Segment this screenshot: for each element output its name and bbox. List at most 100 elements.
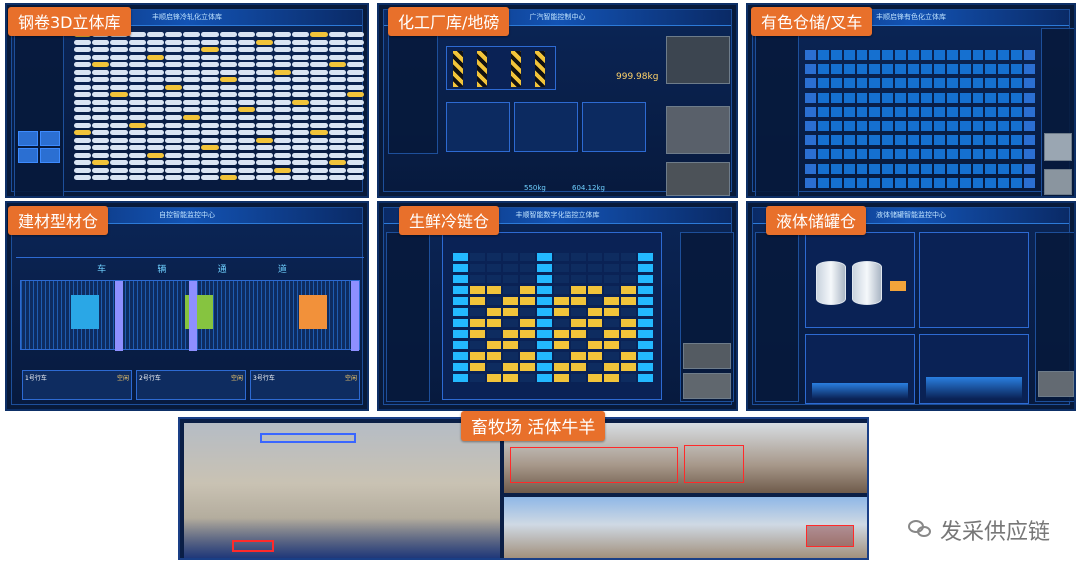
lane-labels: 车 辆 通 道 bbox=[97, 265, 287, 275]
coil-slot bbox=[310, 92, 328, 98]
panel-label: 建材型材仓 bbox=[8, 206, 109, 235]
coil-slot bbox=[201, 92, 219, 98]
rack-slot bbox=[933, 64, 945, 75]
coil-slot bbox=[255, 69, 274, 75]
coil-slot bbox=[201, 137, 219, 143]
coil-slot bbox=[292, 54, 310, 60]
coil-slot bbox=[274, 167, 292, 173]
coil-slot bbox=[255, 99, 274, 105]
camera-feed[interactable] bbox=[666, 162, 730, 196]
coil-slot bbox=[328, 160, 346, 166]
cold-slot bbox=[486, 275, 502, 283]
cold-slot bbox=[604, 275, 620, 283]
coil-slot bbox=[255, 84, 274, 90]
coil-slot bbox=[292, 47, 310, 53]
camera-feed[interactable] bbox=[666, 106, 730, 154]
cold-slot bbox=[520, 330, 536, 338]
rack-slot bbox=[1011, 135, 1023, 146]
cold-slot bbox=[638, 374, 653, 382]
camera-feed[interactable] bbox=[1038, 371, 1074, 397]
coil-slot bbox=[237, 175, 255, 181]
coil-slot bbox=[201, 32, 219, 37]
coil-slot bbox=[237, 47, 255, 53]
coil-slot bbox=[310, 47, 328, 53]
coil-slot bbox=[310, 122, 328, 128]
cold-slot bbox=[638, 352, 653, 360]
coil-slot bbox=[346, 92, 364, 98]
cold-slot bbox=[453, 286, 468, 294]
coil-slot bbox=[128, 84, 146, 90]
coil-slot bbox=[274, 69, 292, 75]
coil-slot bbox=[237, 32, 255, 37]
coil-slot bbox=[146, 54, 164, 60]
coil-slot bbox=[128, 122, 146, 128]
camera-feed[interactable] bbox=[683, 373, 731, 399]
camera-feed[interactable] bbox=[1044, 133, 1072, 161]
rack-slot bbox=[1011, 64, 1023, 75]
rack-slot bbox=[946, 163, 958, 174]
coil-slot bbox=[92, 152, 110, 158]
coil-slot bbox=[146, 115, 164, 121]
coil-slot bbox=[328, 77, 346, 83]
cold-slot bbox=[503, 341, 519, 349]
coil-slot bbox=[164, 69, 183, 75]
rack-slot bbox=[985, 177, 997, 188]
right-sidebar bbox=[1041, 28, 1074, 196]
rack-slot bbox=[946, 78, 958, 89]
coil-slot bbox=[274, 122, 292, 128]
coil-slot bbox=[74, 47, 92, 53]
camera-feed[interactable] bbox=[1044, 169, 1072, 195]
rack-slot bbox=[869, 64, 881, 75]
coil-slot bbox=[128, 145, 146, 151]
crane-card[interactable]: 2号行车 空闲 bbox=[136, 370, 246, 400]
camera-feed[interactable] bbox=[683, 343, 731, 369]
coil-slot bbox=[310, 115, 328, 121]
crane-card[interactable]: 1号行车 空闲 bbox=[22, 370, 132, 400]
rack-slot bbox=[843, 64, 855, 75]
coil-slot bbox=[328, 152, 346, 158]
rack-slot bbox=[998, 135, 1010, 146]
camera-feed-road[interactable] bbox=[504, 497, 867, 558]
rack-slot bbox=[972, 106, 984, 117]
rack-slot bbox=[882, 135, 894, 146]
coil-slot bbox=[201, 77, 219, 83]
coil-slot bbox=[274, 39, 292, 45]
coil-slot bbox=[110, 77, 128, 83]
coil-slot bbox=[146, 107, 164, 113]
rack-slot bbox=[998, 163, 1010, 174]
coil-slot bbox=[328, 175, 346, 181]
camera-feed[interactable] bbox=[666, 36, 730, 84]
coil-slot bbox=[128, 137, 146, 143]
rack-slot bbox=[959, 50, 971, 60]
rack-slot bbox=[933, 149, 945, 160]
rack-slot bbox=[972, 92, 984, 103]
cold-slot bbox=[570, 341, 586, 349]
coil-slot bbox=[201, 152, 219, 158]
coil-slot bbox=[274, 130, 292, 136]
rack-slot bbox=[895, 149, 907, 160]
coil-slot bbox=[310, 160, 328, 166]
cold-slot bbox=[469, 341, 485, 349]
cold-storage-map bbox=[442, 232, 662, 400]
cold-slot bbox=[520, 341, 536, 349]
coil-slot bbox=[255, 92, 274, 98]
coil-slot bbox=[110, 152, 128, 158]
coil-slot bbox=[164, 77, 183, 83]
rack-slot bbox=[805, 120, 816, 131]
coil-slot bbox=[346, 84, 364, 90]
cold-slot bbox=[537, 363, 552, 371]
coil-slot bbox=[274, 152, 292, 158]
coil-slot bbox=[292, 92, 310, 98]
weight-b: 604.12kg bbox=[572, 184, 605, 192]
coil-slot bbox=[219, 77, 237, 83]
coil-slot bbox=[292, 69, 310, 75]
rack-slot bbox=[869, 106, 881, 117]
cold-slot bbox=[486, 319, 502, 327]
rack-slot bbox=[985, 64, 997, 75]
rack-slot bbox=[959, 177, 971, 188]
camera-feed-yard[interactable] bbox=[184, 423, 500, 558]
rack-slot bbox=[998, 50, 1010, 60]
crane-card[interactable]: 3号行车 空闲 bbox=[250, 370, 360, 400]
cold-slot bbox=[587, 363, 603, 371]
coil-slot bbox=[92, 77, 110, 83]
